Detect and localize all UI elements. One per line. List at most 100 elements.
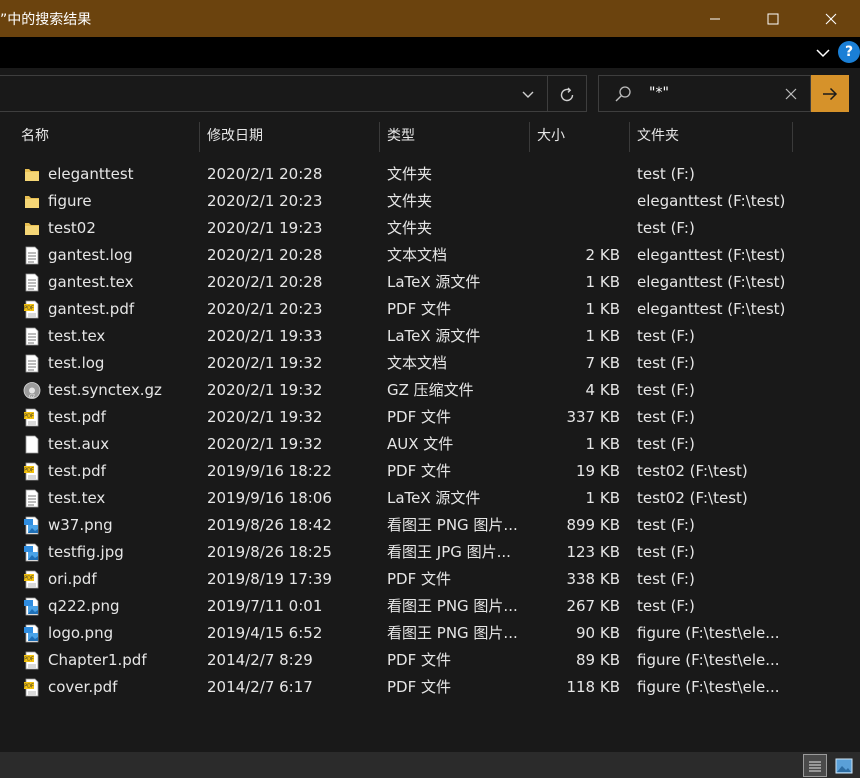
column-divider[interactable] bbox=[379, 122, 380, 152]
maximize-button[interactable] bbox=[744, 0, 802, 37]
file-type: LaTeX 源文件 bbox=[387, 489, 481, 507]
chevron-down-icon bbox=[816, 49, 830, 58]
file-size: 19 KB bbox=[576, 462, 620, 480]
file-type: LaTeX 源文件 bbox=[387, 327, 481, 345]
file-row[interactable]: eleganttest 2020/2/1 20:28 文件夹 test (F:) bbox=[0, 161, 860, 188]
file-folder: figure (F:\test\ele... bbox=[637, 624, 780, 642]
refresh-button[interactable] bbox=[556, 84, 578, 106]
column-header-folder[interactable]: 文件夹 bbox=[637, 120, 679, 153]
file-row[interactable]: PDF test.pdf 2020/2/1 19:32 PDF 文件 337 KB tes… bbox=[0, 404, 860, 431]
file-name: test.aux bbox=[48, 435, 110, 453]
file-row[interactable]: GZ test.synctex.gz 2020/2/1 19:32 GZ 压缩文件 4 … bbox=[0, 377, 860, 404]
file-date: 2014/2/7 8:29 bbox=[207, 651, 313, 669]
svg-text:PDF: PDF bbox=[24, 684, 34, 690]
file-folder: test (F:) bbox=[637, 165, 695, 183]
file-date: 2020/2/1 20:23 bbox=[207, 300, 323, 318]
close-button[interactable] bbox=[802, 0, 860, 37]
file-name: test.tex bbox=[48, 489, 106, 507]
file-size: 899 KB bbox=[566, 516, 620, 534]
file-row[interactable]: test.aux 2020/2/1 19:32 AUX 文件 1 KB test (F:… bbox=[0, 431, 860, 458]
search-box[interactable]: "*" bbox=[598, 75, 811, 112]
column-divider[interactable] bbox=[629, 122, 630, 152]
large-icons-view-button[interactable] bbox=[833, 755, 855, 776]
file-type: 看图王 PNG 图片... bbox=[387, 624, 518, 642]
svg-text:PDF: PDF bbox=[24, 414, 34, 420]
help-button[interactable]: ? bbox=[838, 41, 860, 63]
file-size: 123 KB bbox=[566, 543, 620, 561]
search-input[interactable]: "*" bbox=[649, 85, 669, 101]
file-type: 看图王 PNG 图片... bbox=[387, 516, 518, 534]
file-row[interactable]: PDF Chapter1.pdf 2014/2/7 8:29 PDF 文件 89 KB f… bbox=[0, 647, 860, 674]
file-row[interactable]: test02 2020/2/1 19:23 文件夹 test (F:) bbox=[0, 215, 860, 242]
svg-text:PDF: PDF bbox=[24, 657, 34, 663]
file-row[interactable]: test.tex 2019/9/16 18:06 LaTeX 源文件 1 KB test… bbox=[0, 485, 860, 512]
file-row[interactable]: gantest.tex 2020/2/1 20:28 LaTeX 源文件 1 KB el… bbox=[0, 269, 860, 296]
expand-ribbon-button[interactable] bbox=[813, 43, 833, 63]
close-icon bbox=[825, 13, 837, 24]
file-type: GZ 压缩文件 bbox=[387, 381, 474, 399]
file-type: 文本文档 bbox=[387, 246, 448, 264]
file-row[interactable]: test.tex 2020/2/1 19:33 LaTeX 源文件 1 KB test … bbox=[0, 323, 860, 350]
column-divider[interactable] bbox=[199, 122, 200, 152]
file-date: 2020/2/1 19:33 bbox=[207, 327, 323, 345]
column-header-name[interactable]: 名称 bbox=[21, 120, 49, 153]
window-title: ”中的搜索结果 bbox=[0, 12, 92, 28]
folder-icon bbox=[23, 192, 41, 211]
text-file-icon bbox=[23, 327, 41, 346]
navigation-row: "*" bbox=[0, 68, 860, 120]
file-folder: test (F:) bbox=[637, 435, 695, 453]
file-name: gantest.log bbox=[48, 246, 133, 264]
file-row[interactable]: testfig.jpg 2019/8/26 18:25 看图王 JPG 图片... 1… bbox=[0, 539, 860, 566]
text-file-icon bbox=[23, 354, 41, 373]
file-row[interactable]: figure 2020/2/1 20:23 文件夹 eleganttest (F:\t… bbox=[0, 188, 860, 215]
maximize-icon bbox=[767, 13, 779, 24]
file-row[interactable]: PDF cover.pdf 2014/2/7 6:17 PDF 文件 118 KB fig… bbox=[0, 674, 860, 701]
file-name: figure bbox=[48, 192, 92, 210]
clear-search-button[interactable] bbox=[782, 85, 800, 103]
close-icon bbox=[785, 88, 797, 100]
file-folder: test (F:) bbox=[637, 381, 695, 399]
column-divider[interactable] bbox=[529, 122, 530, 152]
file-date: 2019/9/16 18:06 bbox=[207, 489, 332, 507]
file-row[interactable]: test.log 2020/2/1 19:32 文本文档 7 KB test (F:) bbox=[0, 350, 860, 377]
details-view-button[interactable] bbox=[803, 754, 827, 777]
file-folder: test (F:) bbox=[637, 516, 695, 534]
file-date: 2020/2/1 19:32 bbox=[207, 354, 323, 372]
file-date: 2020/2/1 20:28 bbox=[207, 246, 323, 264]
file-row[interactable]: q222.png 2019/7/11 0:01 看图王 PNG 图片... 267 K… bbox=[0, 593, 860, 620]
file-row[interactable]: PDF gantest.pdf 2020/2/1 20:23 PDF 文件 1 KB el… bbox=[0, 296, 860, 323]
file-folder: figure (F:\test\ele... bbox=[637, 651, 780, 669]
pdf-file-icon: PDF bbox=[23, 408, 41, 427]
pdf-file-icon: PDF bbox=[23, 462, 41, 481]
file-type: 看图王 JPG 图片... bbox=[387, 543, 511, 561]
column-header-date[interactable]: 修改日期 bbox=[207, 120, 263, 153]
file-row[interactable]: w37.png 2019/8/26 18:42 看图王 PNG 图片... 899 K… bbox=[0, 512, 860, 539]
address-history-dropdown[interactable] bbox=[518, 85, 538, 105]
file-row[interactable]: PDF test.pdf 2019/9/16 18:22 PDF 文件 19 KB tes… bbox=[0, 458, 860, 485]
file-name: eleganttest bbox=[48, 165, 134, 183]
file-size bbox=[520, 215, 620, 242]
column-header-size[interactable]: 大小 bbox=[537, 120, 565, 153]
column-headers: 名称 修改日期 类型 大小 文件夹 bbox=[0, 120, 860, 153]
svg-text:PDF: PDF bbox=[24, 468, 34, 474]
status-bar bbox=[0, 752, 860, 778]
file-folder: eleganttest (F:\test) bbox=[637, 273, 786, 291]
minimize-button[interactable] bbox=[686, 0, 744, 37]
column-header-type[interactable]: 类型 bbox=[387, 120, 415, 153]
column-divider[interactable] bbox=[792, 122, 793, 152]
file-row[interactable]: gantest.log 2020/2/1 20:28 文本文档 2 KB elegant… bbox=[0, 242, 860, 269]
folder-icon bbox=[23, 219, 41, 238]
file-row[interactable]: PDF ori.pdf 2019/8/19 17:39 PDF 文件 338 KB tes… bbox=[0, 566, 860, 593]
file-folder: figure (F:\test\ele... bbox=[637, 678, 780, 696]
file-name: gantest.tex bbox=[48, 273, 134, 291]
file-row[interactable]: logo.png 2019/4/15 6:52 看图王 PNG 图片... 90 KB… bbox=[0, 620, 860, 647]
file-date: 2020/2/1 19:32 bbox=[207, 381, 323, 399]
search-go-button[interactable] bbox=[811, 75, 849, 112]
file-date: 2019/8/19 17:39 bbox=[207, 570, 332, 588]
file-date: 2019/4/15 6:52 bbox=[207, 624, 323, 642]
file-date: 2020/2/1 19:32 bbox=[207, 408, 323, 426]
text-file-icon bbox=[23, 273, 41, 292]
file-name: test.pdf bbox=[48, 408, 106, 426]
file-folder: test (F:) bbox=[637, 597, 695, 615]
address-bar[interactable] bbox=[0, 75, 587, 112]
